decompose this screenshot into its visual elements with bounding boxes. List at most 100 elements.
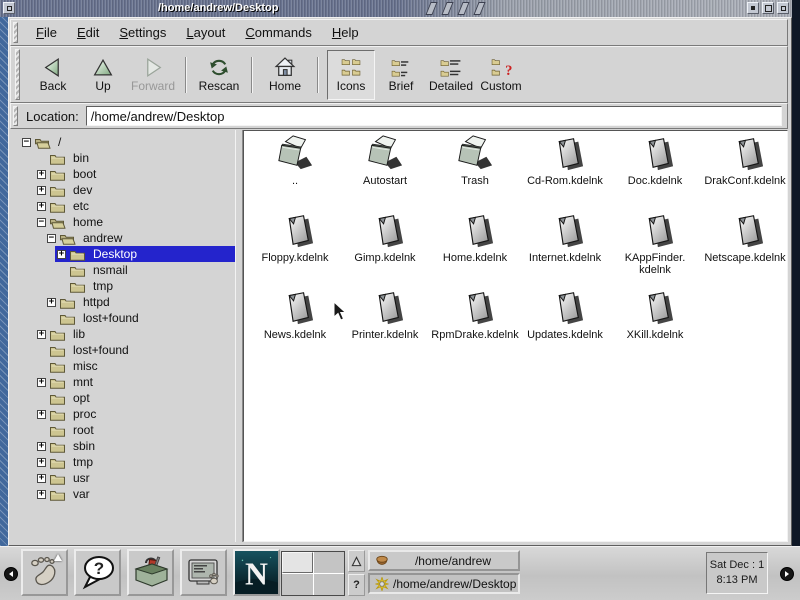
desktop-file-netscape-kdelnk[interactable]: Netscape.kdelnk [700, 211, 788, 269]
tree-item-nsmail[interactable]: nsmail [10, 262, 235, 278]
forward-button[interactable]: Forward [129, 50, 177, 100]
tree-expander-plus[interactable]: + [37, 186, 46, 195]
maximize-button[interactable] [762, 2, 774, 14]
tree-item-andrew[interactable]: −andrew [10, 230, 235, 246]
view-brief-button[interactable]: Brief [377, 50, 425, 100]
tree-expander-minus[interactable]: − [22, 138, 31, 147]
tree-expander-plus[interactable]: + [37, 442, 46, 451]
desktop-file-internet-kdelnk[interactable]: Internet.kdelnk [520, 211, 610, 269]
desktop-file-news-kdelnk[interactable]: News.kdelnk [250, 288, 340, 346]
home-button[interactable]: Home [261, 50, 309, 100]
minimize-button[interactable] [747, 2, 759, 14]
netscape-button[interactable] [233, 549, 280, 596]
desktop-file-root[interactable]: .. [250, 134, 340, 192]
back-button[interactable]: Back [29, 50, 77, 100]
panel-splitter[interactable] [235, 130, 243, 542]
menu-item-layout[interactable]: Layout [176, 20, 235, 45]
tree-expander-plus[interactable]: + [37, 330, 46, 339]
tree-expander-plus[interactable]: + [47, 298, 56, 307]
sticky-button[interactable] [3, 2, 15, 14]
tree-item-bin[interactable]: bin [10, 150, 235, 166]
tree-item-lib[interactable]: +lib [10, 326, 235, 342]
desktop-file-printer-kdelnk[interactable]: Printer.kdelnk [340, 288, 430, 346]
pager-desktop-3[interactable] [282, 574, 313, 595]
tree-expander-plus[interactable]: + [37, 202, 46, 211]
tree-item-tmp[interactable]: +tmp [10, 454, 235, 470]
folder-closed-icon [49, 440, 66, 453]
tree-item-root[interactable]: −/ [10, 134, 235, 150]
tree-expander-plus[interactable]: + [37, 378, 46, 387]
menu-item-help[interactable]: Help [322, 20, 369, 45]
tree-expander-minus[interactable]: − [37, 218, 46, 227]
tree-item-misc[interactable]: misc [10, 358, 235, 374]
tree-expander-plus[interactable]: + [57, 250, 66, 259]
tree-expander-plus[interactable]: + [37, 474, 46, 483]
panel-clock[interactable]: Sat Dec : 1 8:13 PM [706, 552, 768, 594]
tree-expander-plus[interactable]: + [37, 458, 46, 467]
menu-item-commands[interactable]: Commands [235, 20, 321, 45]
desktop-file-floppy-kdelnk[interactable]: Floppy.kdelnk [250, 211, 340, 269]
desktop-file-home-kdelnk[interactable]: Home.kdelnk [430, 211, 520, 269]
tree-expander-minus[interactable]: − [47, 234, 56, 243]
menu-item-settings[interactable]: Settings [109, 20, 176, 45]
tree-expander-spacer [47, 314, 56, 323]
tree-item-home[interactable]: −home [10, 214, 235, 230]
tree-item-tmp[interactable]: tmp [10, 278, 235, 294]
tree-item-etc[interactable]: +etc [10, 198, 235, 214]
help-button[interactable] [74, 549, 121, 596]
tree-expander-plus[interactable]: + [37, 490, 46, 499]
tree-item-lost-found[interactable]: lost+found [10, 342, 235, 358]
tree-item-mnt[interactable]: +mnt [10, 374, 235, 390]
k-menu-button[interactable] [21, 549, 68, 596]
desktop-file-xkill-kdelnk[interactable]: XKill.kdelnk [610, 288, 700, 346]
tree-item-proc[interactable]: +proc [10, 406, 235, 422]
view-custom-button[interactable]: Custom [477, 50, 525, 100]
tree-item-var[interactable]: +var [10, 486, 235, 502]
pager-desktop-1[interactable] [282, 552, 313, 573]
tree-expander-plus[interactable]: + [37, 170, 46, 179]
desktop-file-cd-rom-kdelnk[interactable]: Cd-Rom.kdelnk [520, 134, 610, 192]
desktop-pager[interactable] [281, 551, 345, 596]
view-detailed-button[interactable]: Detailed [427, 50, 475, 100]
tree-expander-plus[interactable]: + [37, 410, 46, 419]
panel-hide-right-button[interactable] [780, 567, 794, 581]
menubar-grip-handle[interactable] [13, 22, 18, 43]
pager-desktop-4[interactable] [314, 574, 345, 595]
panel-collapse-button[interactable] [348, 550, 365, 572]
tree-item-opt[interactable]: opt [10, 390, 235, 406]
pager-desktop-2[interactable] [314, 552, 345, 573]
desktop-file-rpmdrake-kdelnk[interactable]: RpmDrake.kdelnk [430, 288, 520, 346]
desktop-file-updates-kdelnk[interactable]: Updates.kdelnk [520, 288, 610, 346]
desktop-file-gimp-kdelnk[interactable]: Gimp.kdelnk [340, 211, 430, 269]
taskbar-entry-home-andrew[interactable]: /home/andrew [368, 550, 520, 571]
tree-item-desktop[interactable]: +Desktop [10, 246, 235, 262]
panel-help-button[interactable]: ? [348, 574, 365, 596]
view-icons-button[interactable]: Icons [327, 50, 375, 100]
close-button[interactable] [777, 2, 789, 14]
tree-item-lost-found[interactable]: lost+found [10, 310, 235, 326]
up-button[interactable]: Up [79, 50, 127, 100]
desktop-file-autostart[interactable]: Autostart [340, 134, 430, 192]
tree-item-dev[interactable]: +dev [10, 182, 235, 198]
location-input[interactable] [86, 106, 782, 126]
menu-item-edit[interactable]: Edit [67, 20, 109, 45]
toolbox-button[interactable] [127, 549, 174, 596]
tree-item-root[interactable]: root [10, 422, 235, 438]
rescan-button[interactable]: Rescan [195, 50, 243, 100]
desktop-file-drakconf-kdelnk[interactable]: DrakConf.kdelnk [700, 134, 788, 192]
taskbar-entry-home-andrew-desktop[interactable]: /home/andrew/Desktop [368, 573, 520, 594]
desktop-file-trash[interactable]: Trash [430, 134, 520, 192]
tree-item-boot[interactable]: +boot [10, 166, 235, 182]
tree-item-httpd[interactable]: +httpd [10, 294, 235, 310]
icon-view[interactable]: ..AutostartTrashCd-Rom.kdelnkDoc.kdelnkD… [243, 130, 788, 542]
toolbar-grip-handle[interactable] [15, 49, 20, 100]
tree-item-sbin[interactable]: +sbin [10, 438, 235, 454]
tree-item-usr[interactable]: +usr [10, 470, 235, 486]
desktop-file-doc-kdelnk[interactable]: Doc.kdelnk [610, 134, 700, 192]
desktop-file-kappfinder-kdelnk[interactable]: KAppFinder. kdelnk [610, 211, 700, 269]
panel-hide-left-button[interactable] [4, 567, 18, 581]
menu-item-file[interactable]: File [26, 20, 67, 45]
locationbar-grip-handle[interactable] [13, 106, 18, 126]
terminal-button[interactable] [180, 549, 227, 596]
titlebar[interactable]: /home/andrew/Desktop [0, 0, 792, 17]
